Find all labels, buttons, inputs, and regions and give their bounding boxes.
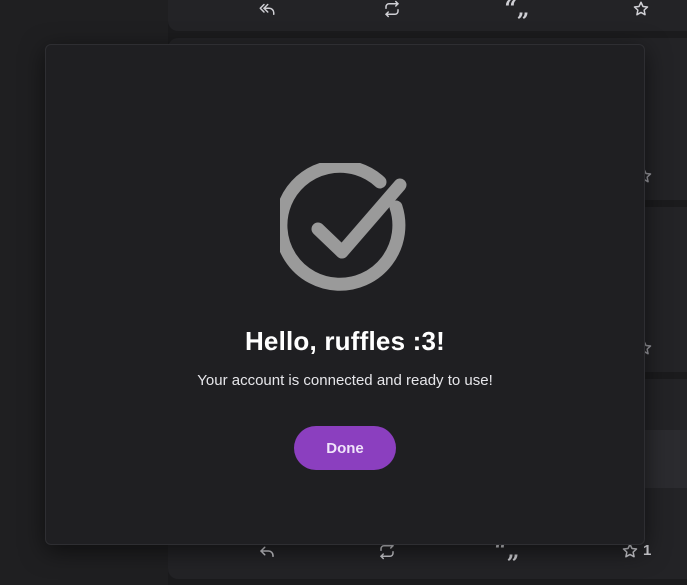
repeat-icon <box>385 0 399 18</box>
quote-button[interactable]: “„ <box>504 0 530 22</box>
reply-all-icon <box>259 3 275 15</box>
favourite-button[interactable] <box>629 0 653 21</box>
star-icon <box>633 1 649 16</box>
done-button[interactable]: Done <box>294 426 396 470</box>
dialog-message: Your account is connected and ready to u… <box>197 372 493 389</box>
reply-all-button[interactable] <box>255 0 279 21</box>
dialog-title: Hello, ruffles :3! <box>244 326 446 356</box>
boost-button[interactable] <box>380 0 404 21</box>
account-connected-dialog: Hello, ruffles :3! Your account is conne… <box>45 44 645 545</box>
app-screen: “„ “„ 1 Hello, ruffles:3! Your account … <box>0 0 687 585</box>
favourite-count: 1 <box>643 542 652 559</box>
post-actions: “„ <box>0 0 687 21</box>
quote-icon: “„ <box>504 0 530 22</box>
check-circle-icon <box>280 163 407 291</box>
